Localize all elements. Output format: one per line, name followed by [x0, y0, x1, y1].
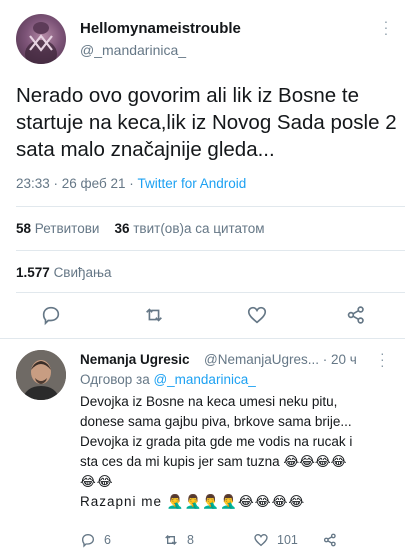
- heart-icon: [254, 533, 268, 547]
- reply-retweets-count: 8: [187, 533, 194, 547]
- retweet-icon[interactable]: [141, 302, 167, 328]
- display-name[interactable]: Hellomynameistrouble: [80, 20, 241, 37]
- reply-to-prefix: Одговор за: [80, 372, 154, 387]
- thread-separator: [0, 338, 405, 339]
- tweet-text: Nerado ovo govorim ali lik iz Bosne te s…: [16, 84, 397, 161]
- engagement-stats: 58 Ретвитови 36 твит(ов)а са цитатом: [16, 221, 265, 236]
- more-vertical-icon[interactable]: · · ·: [378, 14, 394, 40]
- reply-text-line: 😂😂: [80, 474, 114, 489]
- reply-to-handle[interactable]: @_mandarinica_: [153, 372, 255, 387]
- tweet-source-link[interactable]: Twitter for Android: [138, 176, 247, 191]
- reply-text-line: Devojka iz Bosne na keca umesi neku pitu…: [80, 394, 338, 409]
- divider: [16, 250, 405, 251]
- retweets-count[interactable]: 58: [16, 221, 31, 236]
- reply-replies-count: 6: [104, 533, 111, 547]
- share-icon[interactable]: [343, 302, 369, 328]
- reply-to: Одговор за @_mandarinica_: [80, 372, 256, 387]
- reply-retweet-button[interactable]: 8: [163, 530, 194, 550]
- reply-reply-button[interactable]: 6: [80, 530, 111, 550]
- divider: [16, 206, 405, 207]
- reply-handle-time[interactable]: @NemanjaUgres... · 20 ч: [204, 352, 357, 367]
- quotes-count[interactable]: 36: [114, 221, 129, 236]
- reply-icon: [81, 533, 95, 548]
- tweet-action-bar: [0, 302, 405, 332]
- tweet-meta: 23:33 · 26 феб 21 · Twitter for Android: [16, 176, 246, 191]
- likes-stats: 1.577 Свиђања: [16, 265, 112, 280]
- heart-icon[interactable]: [244, 302, 270, 328]
- reply-text-line: Devojka iz grada pita gde me vodis na ru…: [80, 434, 353, 449]
- quotes-label[interactable]: твит(ов)а са цитатом: [133, 221, 264, 236]
- likes-count[interactable]: 1.577: [16, 265, 50, 280]
- likes-label[interactable]: Свиђања: [54, 265, 112, 280]
- reply-like-button[interactable]: 101: [253, 530, 298, 550]
- reply-text-line: donese sama gajbu piva, brkove sama brij…: [80, 414, 352, 429]
- reply-likes-count: 101: [277, 533, 298, 547]
- main-tweet: Hellomynameistrouble @_mandarinica_ · · · …: [0, 0, 405, 335]
- user-handle[interactable]: @_mandarinica_: [80, 42, 186, 58]
- avatar[interactable]: [16, 350, 66, 400]
- reply-text-line: Razapni me 🤦‍♂️🤦‍♂️🤦‍♂️🤦‍♂️😂😂😂😂: [80, 494, 306, 509]
- avatar[interactable]: [16, 14, 66, 64]
- tweet-timestamp: 23:33 · 26 феб 21 ·: [16, 176, 138, 191]
- share-icon: [323, 533, 336, 547]
- reply-icon[interactable]: [38, 302, 64, 328]
- reply-display-name[interactable]: Nemanja Ugresic: [80, 352, 190, 367]
- reply-share-button[interactable]: [322, 530, 346, 550]
- reply-text: Devojka iz Bosne na keca umesi neku pitu…: [80, 392, 398, 512]
- retweets-label[interactable]: Ретвитови: [35, 221, 100, 236]
- divider: [16, 292, 405, 293]
- reply-action-bar: 6 8 101: [0, 530, 405, 552]
- reply-text-line: sta ces da mi kupis jer sam tuzna 😂😂😂😂: [80, 454, 347, 469]
- retweet-icon: [165, 535, 177, 545]
- reply-tweet: Nemanja Ugresic @NemanjaUgres... · 20 ч …: [0, 340, 405, 553]
- more-vertical-icon[interactable]: · · ·: [380, 346, 385, 372]
